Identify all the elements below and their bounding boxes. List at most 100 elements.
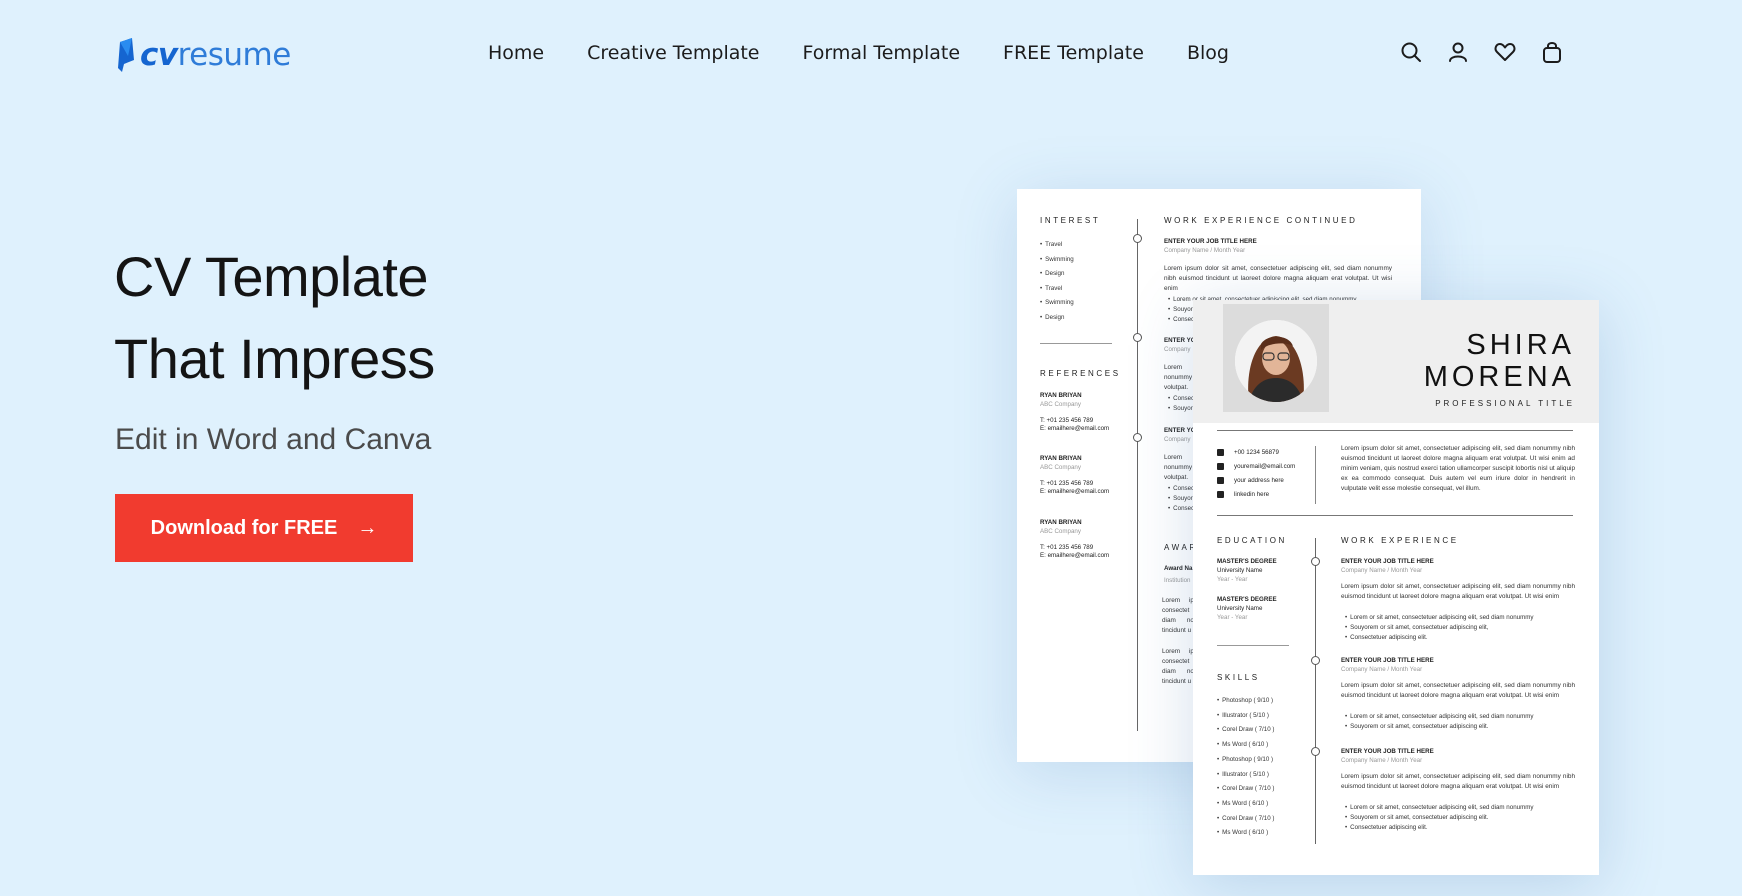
list-item: Corel Draw ( 7/10 )	[1217, 812, 1274, 827]
timeline-line	[1137, 219, 1138, 731]
divider	[1217, 645, 1289, 646]
ref-company: ABC Company	[1040, 464, 1081, 471]
list-item: Lorem or sit amet, consectetuer adipisci…	[1345, 613, 1533, 623]
profile-summary: Lorem ipsum dolor sit amet, consectetuer…	[1341, 445, 1575, 492]
profile-photo	[1235, 320, 1317, 402]
timeline-node	[1311, 557, 1320, 566]
ref-phone: T: +01 235 456 789	[1040, 480, 1094, 487]
skills-heading: SKILLS	[1217, 673, 1260, 682]
nav-home[interactable]: Home	[488, 42, 544, 64]
list-item: Ms Word ( 6/10 )	[1217, 738, 1274, 753]
job-description: Lorem ipsum dolor sit amet, consectetuer…	[1341, 773, 1575, 790]
job-bullets: Lorem or sit amet, consectetuer adipisci…	[1345, 712, 1533, 732]
years: Year - Year	[1217, 614, 1248, 621]
contact-row: +00 1234 56879	[1217, 449, 1279, 456]
heart-icon[interactable]	[1494, 40, 1516, 64]
contact-row: your address here	[1217, 477, 1284, 484]
nav-formal-template[interactable]: Formal Template	[803, 42, 961, 64]
school: University Name	[1217, 567, 1263, 574]
arrow-right-icon: →	[357, 516, 378, 539]
list-item: Design	[1040, 267, 1074, 282]
bag-icon[interactable]	[1541, 40, 1563, 64]
job-description: Lorem ipsum dolor sit amet, consectetuer…	[1341, 583, 1575, 600]
job-title: ENTER YOUR JOB TITLE HERE	[1164, 238, 1257, 245]
ref-name: RYAN BRIYAN	[1040, 392, 1082, 399]
award-description: Lorem ip consectet diam no tincidunt u	[1162, 597, 1194, 634]
brand-logo[interactable]: cvresume	[116, 37, 291, 73]
work-continued-heading: WORK EXPERIENCE CONTINUED	[1164, 216, 1358, 225]
list-item: Ms Word ( 6/10 )	[1217, 826, 1274, 841]
hero-subtitle: Edit in Word and Canva	[115, 423, 432, 456]
user-icon[interactable]	[1447, 40, 1469, 64]
contact-row: linkedin here	[1217, 491, 1269, 498]
home-icon	[1217, 477, 1224, 484]
list-item: Corel Draw ( 7/10 )	[1217, 723, 1274, 738]
professional-title: PROFESSIONAL TITLE	[1435, 399, 1575, 408]
list-item: Souyorem or sit amet, consectetuer adipi…	[1345, 722, 1533, 732]
list-item: Swimming	[1040, 296, 1074, 311]
interest-heading: INTEREST	[1040, 216, 1101, 225]
nav-blog[interactable]: Blog	[1187, 42, 1229, 64]
divider	[1040, 343, 1112, 344]
ref-email: E: emailhere@email.com	[1040, 425, 1110, 432]
ref-email: E: emailhere@email.com	[1040, 488, 1110, 495]
hero-title: CV Template That Impress	[114, 236, 435, 400]
timeline-node	[1133, 234, 1142, 243]
contact-divider	[1315, 446, 1316, 504]
timeline-node	[1133, 433, 1142, 442]
award-name: Award Na	[1164, 565, 1193, 572]
download-free-button[interactable]: Download for FREE →	[115, 494, 413, 562]
job-description: Lorem ipsum dolor sit amet, consectetuer…	[1341, 682, 1575, 699]
job-company: Company Name / Month Year	[1341, 757, 1423, 764]
degree: MASTER'S DEGREE	[1217, 558, 1277, 565]
nav-creative-template[interactable]: Creative Template	[587, 42, 759, 64]
timeline-node	[1133, 333, 1142, 342]
mail-icon	[1217, 463, 1224, 470]
education-heading: EDUCATION	[1217, 536, 1287, 545]
resume-preview-front: SHIRA MORENA PROFESSIONAL TITLE +00 1234…	[1193, 300, 1599, 875]
nav-free-template[interactable]: FREE Template	[1003, 42, 1144, 64]
job-bullets: Lorem or sit amet, consectetuer adipisci…	[1345, 803, 1533, 833]
years: Year - Year	[1217, 576, 1248, 583]
list-item: Travel	[1040, 238, 1074, 253]
job-title: ENTER YOUR JOB TITLE HERE	[1341, 558, 1434, 565]
work-experience-heading: WORK EXPERIENCE	[1341, 536, 1459, 545]
timeline-node	[1311, 656, 1320, 665]
interest-list: Travel Swimming Design Travel Swimming D…	[1040, 238, 1074, 326]
list-item: Photoshop ( 9/10 )	[1217, 753, 1274, 768]
job-company: Company Name / Month Year	[1341, 666, 1423, 673]
job-company: Company Name / Month Year	[1164, 247, 1246, 254]
ref-name: RYAN BRIYAN	[1040, 455, 1082, 462]
resume-first-name: SHIRA	[1466, 329, 1575, 361]
job-title: ENTER YOUR JOB TITLE HERE	[1341, 748, 1434, 755]
job-title: ENTER YO	[1164, 337, 1196, 344]
job-company: Company	[1164, 436, 1191, 443]
phone-icon	[1217, 449, 1224, 456]
cta-label: Download for FREE	[150, 516, 338, 539]
list-item: Consectetuer adipiscing elit.	[1345, 823, 1533, 833]
divider	[1217, 430, 1573, 431]
main-nav: Home Creative Template Formal Template F…	[488, 42, 1229, 64]
job-description: Lorem ipsum dolor sit amet, consectetuer…	[1164, 265, 1392, 292]
ref-company: ABC Company	[1040, 401, 1081, 408]
list-item: Souyorem or sit amet, consectetuer adipi…	[1345, 813, 1533, 823]
linkedin-icon	[1217, 491, 1224, 498]
logo-mark-icon	[118, 38, 134, 72]
search-icon[interactable]	[1400, 40, 1422, 64]
list-item: Consectetuer adipiscing elit.	[1345, 633, 1533, 643]
list-item: Travel	[1040, 282, 1074, 297]
hero-title-line-1: CV Template	[114, 245, 429, 308]
job-company: Company	[1164, 346, 1191, 353]
list-item: Lorem or sit amet, consectetuer adipisci…	[1345, 712, 1533, 722]
list-item: Design	[1040, 311, 1074, 326]
divider	[1217, 515, 1573, 516]
list-item: Souyorem or sit amet, consectetuer adipi…	[1345, 623, 1533, 633]
job-title: ENTER YOUR JOB TITLE HERE	[1341, 657, 1434, 664]
contact-row: youremail@email.com	[1217, 463, 1295, 470]
list-item: Illustrator ( 5/10 )	[1217, 709, 1274, 724]
hero-title-line-2: That Impress	[114, 327, 435, 390]
timeline-line	[1315, 538, 1316, 844]
list-item: Illustrator ( 5/10 )	[1217, 768, 1274, 783]
job-company: Company Name / Month Year	[1341, 567, 1423, 574]
list-item: Lorem or sit amet, consectetuer adipisci…	[1345, 803, 1533, 813]
